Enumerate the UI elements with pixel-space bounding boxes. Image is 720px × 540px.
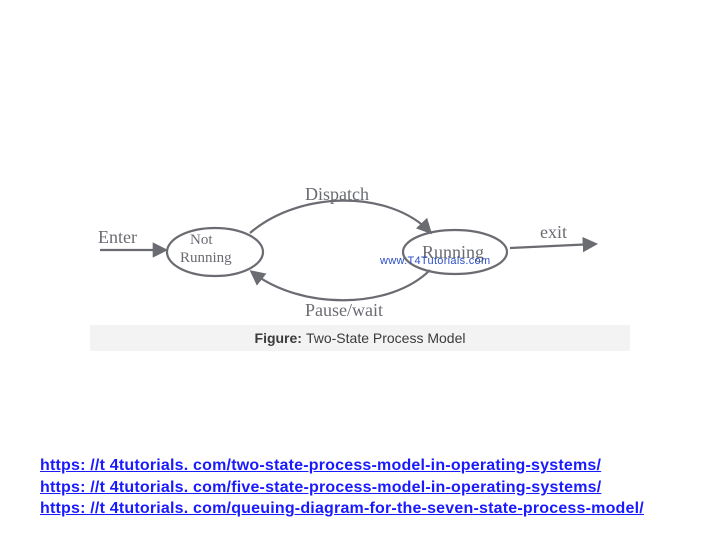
watermark-text: www.T4Tutorials.com bbox=[380, 255, 490, 267]
reference-links: https: //t 4tutorials. com/two-state-pro… bbox=[40, 455, 680, 520]
link-five-state[interactable]: https: //t 4tutorials. com/five-state-pr… bbox=[40, 477, 680, 499]
figure-title: Two-State Process Model bbox=[306, 330, 466, 346]
slide-canvas: Enter Not Running Running Dispatch Pause… bbox=[0, 0, 720, 540]
link-two-state[interactable]: https: //t 4tutorials. com/two-state-pro… bbox=[40, 455, 680, 477]
figure-caption: Figure: Two-State Process Model bbox=[90, 325, 630, 351]
figure-prefix: Figure: bbox=[255, 330, 302, 346]
link-seven-state[interactable]: https: //t 4tutorials. com/queuing-diagr… bbox=[40, 498, 680, 520]
diagram-background bbox=[90, 175, 630, 325]
